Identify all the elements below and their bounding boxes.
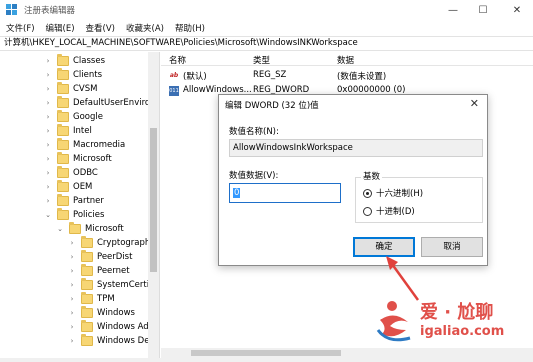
watermark-url: igaliao.com (420, 324, 505, 339)
watermark-brand: 爱 · 尬聊 (420, 302, 494, 323)
watermark: 爱 · 尬聊 igaliao.com (376, 294, 526, 352)
watermark-logo-icon (376, 301, 411, 342)
